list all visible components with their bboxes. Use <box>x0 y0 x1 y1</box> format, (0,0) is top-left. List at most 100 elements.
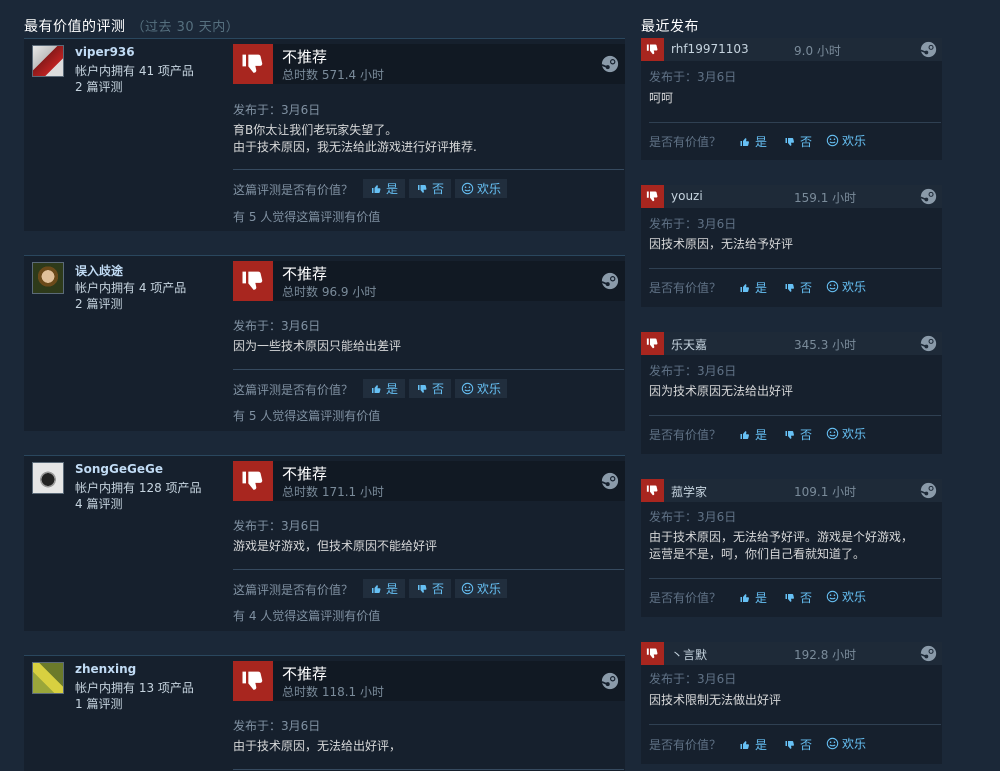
divider <box>649 415 941 416</box>
author-products[interactable]: 帐户内拥有 13 项产品 <box>75 679 194 696</box>
vote-funny-button[interactable]: 欢乐 <box>826 588 866 605</box>
vote-no-button[interactable]: 否 <box>409 179 451 198</box>
vote-no-button[interactable]: 否 <box>783 589 812 606</box>
helpful-count: 有 5 人觉得这篇评测有价值 <box>233 409 381 423</box>
vote-funny-label: 欢乐 <box>842 427 867 441</box>
helpful-question: 是否有价值？ <box>649 591 722 605</box>
author-name[interactable]: zhenxing <box>75 662 136 676</box>
vote-funny-button[interactable]: 欢乐 <box>826 425 866 442</box>
author-review-count[interactable]: 2 篇评测 <box>75 78 122 95</box>
thumbs-up-icon <box>740 283 749 292</box>
most-helpful-title: 最有价值的评测 （过去 30 天内） <box>24 16 239 36</box>
recent-author-name[interactable]: 丶言默 <box>671 646 707 663</box>
steam-icon <box>601 272 619 290</box>
vote-funny-button[interactable]: 欢乐 <box>455 179 507 198</box>
avatar[interactable] <box>32 662 64 694</box>
recent-posted-date: 发布于：3月6日 <box>649 364 737 378</box>
vote-no-button[interactable]: 否 <box>783 736 812 753</box>
verdict-label: 不推荐 <box>282 265 328 283</box>
vote-yes-button[interactable]: 是 <box>363 379 405 398</box>
helpful-count: 有 5 人觉得这篇评测有价值 <box>233 210 381 224</box>
thumbs-down-icon <box>233 661 273 701</box>
author-name[interactable]: viper936 <box>75 45 135 59</box>
most-helpful-title-text: 最有价值的评测 <box>24 19 126 35</box>
thumbs-down-icon <box>233 261 273 301</box>
divider <box>649 122 941 123</box>
author-products[interactable]: 帐户内拥有 41 项产品 <box>75 62 194 79</box>
review-card: zhenxing 帐户内拥有 13 项产品 1 篇评测 不推荐 总时数 118.… <box>24 655 625 771</box>
vote-no-button[interactable]: 否 <box>783 279 812 296</box>
review-text: 因为一些技术原因只能给出差评 <box>233 338 401 355</box>
author-name[interactable]: 误入歧途 <box>75 262 123 279</box>
thumbs-up-icon <box>740 430 749 439</box>
smile-icon <box>461 382 474 395</box>
review-text-line: 因为一些技术原因只能给出差评 <box>233 339 402 353</box>
avatar[interactable] <box>32 262 64 294</box>
recent-review-header[interactable]: rhf19971103 9.0 小时 <box>641 38 942 61</box>
recent-review-card: 乐天嘉 345.3 小时 发布于：3月6日 因为技术原因无法给出好评 是否有价值… <box>641 332 942 454</box>
vote-yes-button[interactable]: 是 <box>738 736 767 753</box>
thumbs-down-icon <box>641 185 664 208</box>
author-products[interactable]: 帐户内拥有 128 项产品 <box>75 479 202 496</box>
recent-author-name[interactable]: rhf19971103 <box>671 42 749 56</box>
vote-funny-button[interactable]: 欢乐 <box>455 579 507 598</box>
vote-yes-button[interactable]: 是 <box>738 426 767 443</box>
recent-title: 最近发布 <box>641 19 699 35</box>
recent-review-header[interactable]: 菰学家 109.1 小时 <box>641 479 942 502</box>
avatar[interactable] <box>32 45 64 77</box>
vote-no-label: 否 <box>800 738 813 752</box>
vote-no-button[interactable]: 否 <box>783 133 812 150</box>
review-text: 游戏是好游戏，但技术原因不能给好评 <box>233 538 437 555</box>
vote-no-button[interactable]: 否 <box>409 579 451 598</box>
verdict-label: 不推荐 <box>282 48 328 66</box>
vote-funny-label: 欢乐 <box>842 280 867 294</box>
vote-no-button[interactable]: 否 <box>409 379 451 398</box>
recent-review-header[interactable]: 乐天嘉 345.3 小时 <box>641 332 942 355</box>
verdict-box[interactable]: 不推荐 总时数 171.1 小时 <box>233 461 625 501</box>
recent-review-text-line: 因技术原因，无法给予好评 <box>649 237 794 251</box>
helpful-count: 有 4 人觉得这篇评测有价值 <box>233 609 381 623</box>
recent-review-text-line: 呵呵 <box>649 91 674 105</box>
author-review-count[interactable]: 1 篇评测 <box>75 695 122 712</box>
vote-yes-button[interactable]: 是 <box>363 179 405 198</box>
recent-posted-date: 发布于：3月6日 <box>649 70 737 84</box>
avatar[interactable] <box>32 462 64 494</box>
vote-funny-button[interactable]: 欢乐 <box>455 379 507 398</box>
review-card: 误入歧途 帐户内拥有 4 项产品 2 篇评测 不推荐 总时数 96.9 小时 发… <box>24 255 625 431</box>
recent-posted-date: 发布于：3月6日 <box>649 672 737 686</box>
recent-author-name[interactable]: 乐天嘉 <box>671 336 707 353</box>
verdict-box[interactable]: 不推荐 总时数 571.4 小时 <box>233 44 625 84</box>
vote-yes-button[interactable]: 是 <box>738 589 767 606</box>
smile-icon <box>461 582 474 595</box>
most-helpful-subtitle: （过去 30 天内） <box>131 20 240 35</box>
author-review-count[interactable]: 4 篇评测 <box>75 495 122 512</box>
recent-author-name[interactable]: 菰学家 <box>671 483 707 500</box>
vote-no-label: 否 <box>800 281 813 295</box>
posted-date: 发布于：3月6日 <box>233 319 321 333</box>
author-products[interactable]: 帐户内拥有 4 项产品 <box>75 279 186 296</box>
vote-yes-button[interactable]: 是 <box>363 579 405 598</box>
recent-review-text-line: 运营是不是，呵，你们自己看就知道了。 <box>649 547 866 561</box>
recent-author-name[interactable]: youzi <box>671 189 703 203</box>
thumbs-down-icon <box>641 38 664 61</box>
recent-review-header[interactable]: youzi 159.1 小时 <box>641 185 942 208</box>
review-text: 由于技术原因，无法给出好评， <box>233 738 401 755</box>
vote-funny-button[interactable]: 欢乐 <box>826 132 866 149</box>
recent-review-header[interactable]: 丶言默 192.8 小时 <box>641 642 942 665</box>
vote-funny-button[interactable]: 欢乐 <box>826 735 866 752</box>
author-review-count[interactable]: 2 篇评测 <box>75 295 122 312</box>
vote-yes-button[interactable]: 是 <box>738 133 767 150</box>
smile-icon <box>826 427 839 440</box>
vote-yes-button[interactable]: 是 <box>738 279 767 296</box>
verdict-box[interactable]: 不推荐 总时数 96.9 小时 <box>233 261 625 301</box>
recent-posted-date: 发布于：3月6日 <box>649 217 737 231</box>
vote-no-button[interactable]: 否 <box>783 426 812 443</box>
thumbs-down-icon <box>785 137 794 146</box>
playtime: 总时数 96.9 小时 <box>282 285 377 299</box>
steam-icon <box>920 41 937 58</box>
review-text-line: 游戏是好游戏，但技术原因不能给好评 <box>233 539 438 553</box>
author-name[interactable]: SongGeGeGe <box>75 462 163 476</box>
vote-funny-button[interactable]: 欢乐 <box>826 278 866 295</box>
smile-icon <box>826 134 839 147</box>
verdict-box[interactable]: 不推荐 总时数 118.1 小时 <box>233 661 625 701</box>
